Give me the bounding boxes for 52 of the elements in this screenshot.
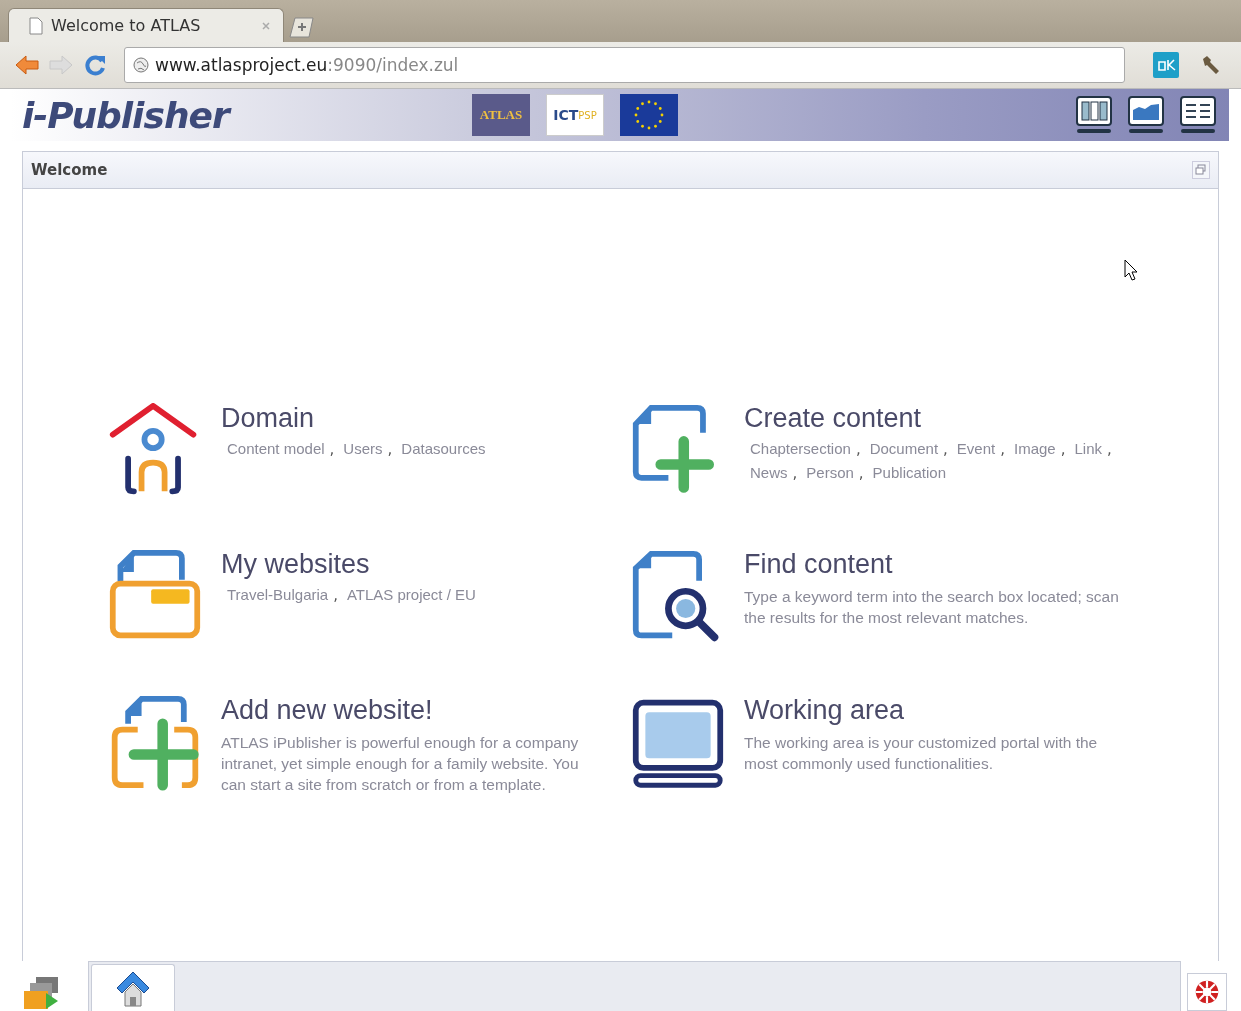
section-link[interactable]: Publication — [872, 464, 946, 481]
separator-comma: , — [333, 586, 338, 604]
home-tab[interactable] — [91, 964, 175, 1011]
section-description: Type a keyword term into the search box located; scan the results for the most relevant matches. — [744, 587, 1120, 628]
mouse-pointer-icon — [1124, 259, 1138, 281]
reload-icon[interactable] — [82, 53, 108, 77]
section-link[interactable]: Event — [956, 440, 996, 457]
extension-icon[interactable] — [1153, 52, 1179, 78]
section-link[interactable]: Datasources — [401, 440, 486, 457]
globe-icon — [133, 57, 149, 73]
separator-comma: , — [387, 440, 393, 458]
separator-comma: , — [855, 440, 861, 458]
ict-psp-logo: ICTPSP — [546, 94, 604, 136]
section-link[interactable]: Chaptersection — [750, 440, 851, 457]
section-link[interactable]: ATLAS project / EU — [346, 586, 476, 603]
section-link[interactable]: Users — [343, 440, 383, 457]
list-window-icon[interactable] — [1179, 95, 1217, 135]
section-title[interactable]: My websites — [221, 549, 476, 580]
section-title[interactable]: Working area — [744, 695, 1124, 726]
new-tab-icon[interactable] — [286, 16, 316, 38]
separator-comma: , — [1107, 440, 1112, 458]
restore-icon[interactable] — [1192, 161, 1210, 179]
section-link[interactable]: Link — [1074, 440, 1102, 457]
section-description: The working area is your customized portal with the most commonly used functionalities. — [744, 733, 1099, 774]
atlas-logo: ATLAS — [472, 94, 530, 136]
separator-comma: , — [792, 464, 798, 482]
lifebuoy-icon[interactable] — [1187, 973, 1227, 1011]
section-link[interactable]: News — [750, 464, 788, 481]
separator-comma: , — [943, 440, 948, 458]
section-link[interactable]: Person — [806, 464, 854, 481]
separator-comma: , — [858, 464, 864, 482]
separator-comma: , — [1000, 440, 1005, 458]
page-icon — [29, 16, 43, 35]
section-link[interactable]: Travel-Bulgaria — [227, 586, 329, 603]
section-title[interactable]: Add new website! — [221, 695, 601, 726]
section-link[interactable]: Document — [869, 440, 939, 457]
section-description: ATLAS iPublisher is powerful enough for a company intranet, yet simple enough for a family website. You can start a site from scratch or from a template. — [221, 733, 580, 795]
back-icon[interactable] — [14, 53, 40, 77]
address-field[interactable]: www.atlasproject.eu:9090/index.zul — [124, 47, 1125, 83]
panel-title: Welcome — [31, 161, 108, 179]
app-title: i-Publisher — [22, 94, 472, 136]
browser-tab[interactable]: Welcome to ATLAS — [8, 8, 284, 42]
section-link[interactable]: Image — [1014, 440, 1056, 457]
section-title[interactable]: Create content — [744, 403, 1140, 434]
section-title[interactable]: Find content — [744, 549, 1124, 580]
eu-flag-logo — [620, 94, 678, 136]
separator-comma: , — [1060, 440, 1066, 458]
layout-columns-icon[interactable] — [1075, 95, 1113, 135]
section-link[interactable]: Content model — [227, 440, 325, 457]
chart-window-icon[interactable] — [1127, 95, 1165, 135]
section-title[interactable]: Domain — [221, 403, 486, 434]
separator-comma: , — [329, 440, 335, 458]
